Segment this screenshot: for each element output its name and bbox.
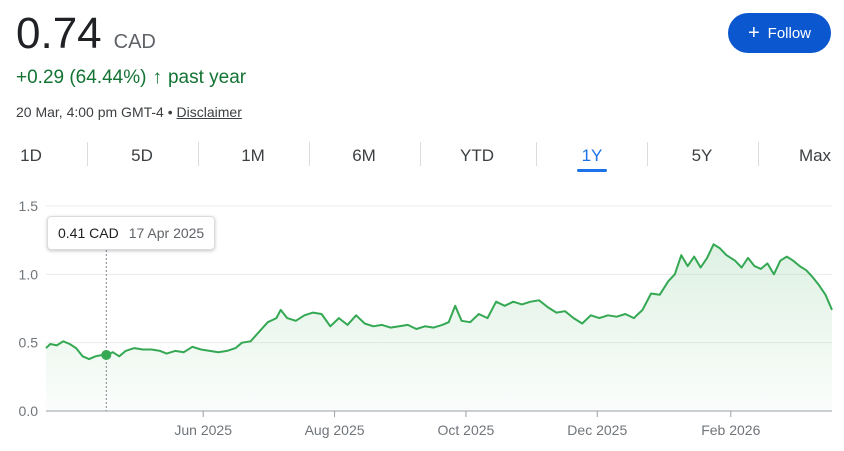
x-tick-label: Feb 2026 bbox=[701, 422, 760, 438]
x-tick-label: Aug 2025 bbox=[305, 422, 365, 438]
tab-divider bbox=[420, 142, 421, 166]
price-tooltip: 0.41 CAD 17 Apr 2025 bbox=[47, 216, 216, 250]
currency-code: CAD bbox=[113, 31, 156, 53]
tab-5y[interactable]: 5Y bbox=[682, 138, 722, 174]
tab-max[interactable]: Max bbox=[792, 138, 838, 174]
x-tick-label: Jun 2025 bbox=[174, 422, 232, 438]
tab-ytd[interactable]: YTD bbox=[452, 138, 502, 174]
hover-point bbox=[101, 349, 112, 360]
y-tick-label: 0.0 bbox=[19, 403, 39, 419]
tab-1y[interactable]: 1Y bbox=[570, 138, 614, 174]
tab-divider bbox=[309, 142, 310, 166]
tab-divider bbox=[647, 142, 648, 166]
arrow-up-icon: ↑ bbox=[152, 67, 162, 88]
y-axis-labels: 1.5 1.0 0.5 0.0 bbox=[19, 198, 39, 419]
follow-button-label: Follow bbox=[767, 24, 812, 42]
price-change: +0.29 (64.44%) ↑ past year bbox=[16, 67, 246, 89]
tab-divider bbox=[198, 142, 199, 166]
y-tick-label: 1.5 bbox=[19, 198, 39, 214]
y-tick-label: 1.0 bbox=[19, 266, 39, 282]
follow-button[interactable]: + Follow bbox=[728, 13, 831, 53]
tab-6m[interactable]: 6M bbox=[344, 138, 384, 174]
change-period: past year bbox=[167, 67, 247, 88]
y-tick-label: 0.5 bbox=[19, 335, 39, 351]
meta-separator: • bbox=[167, 104, 173, 120]
range-tabs: 1D 5D 1M 6M YTD 1Y 5Y Max bbox=[0, 138, 844, 174]
x-tick-label: Oct 2025 bbox=[438, 422, 495, 438]
x-axis-labels: Jun 2025 Aug 2025 Oct 2025 Dec 2025 Feb 2026 bbox=[174, 422, 760, 438]
tab-divider bbox=[536, 142, 537, 166]
tab-5d[interactable]: 5D bbox=[122, 138, 162, 174]
timestamp: 20 Mar, 4:00 pm GMT-4 bbox=[16, 104, 164, 120]
plus-icon: + bbox=[747, 22, 760, 44]
price-header: 0.74 CAD bbox=[16, 8, 156, 60]
x-tick-label: Dec 2025 bbox=[567, 422, 627, 438]
quote-meta: 20 Mar, 4:00 pm GMT-4 • Disclaimer bbox=[16, 104, 242, 120]
tooltip-price: 0.41 CAD bbox=[58, 225, 119, 241]
chart-area-fill bbox=[46, 244, 832, 411]
change-value: +0.29 (64.44%) bbox=[16, 67, 147, 88]
current-price: 0.74 bbox=[16, 9, 102, 58]
tab-divider bbox=[758, 142, 759, 166]
tab-divider bbox=[87, 142, 88, 166]
tab-1d[interactable]: 1D bbox=[16, 138, 46, 174]
tooltip-date: 17 Apr 2025 bbox=[128, 225, 205, 241]
disclaimer-link[interactable]: Disclaimer bbox=[177, 104, 242, 120]
tab-1m[interactable]: 1M bbox=[233, 138, 273, 174]
